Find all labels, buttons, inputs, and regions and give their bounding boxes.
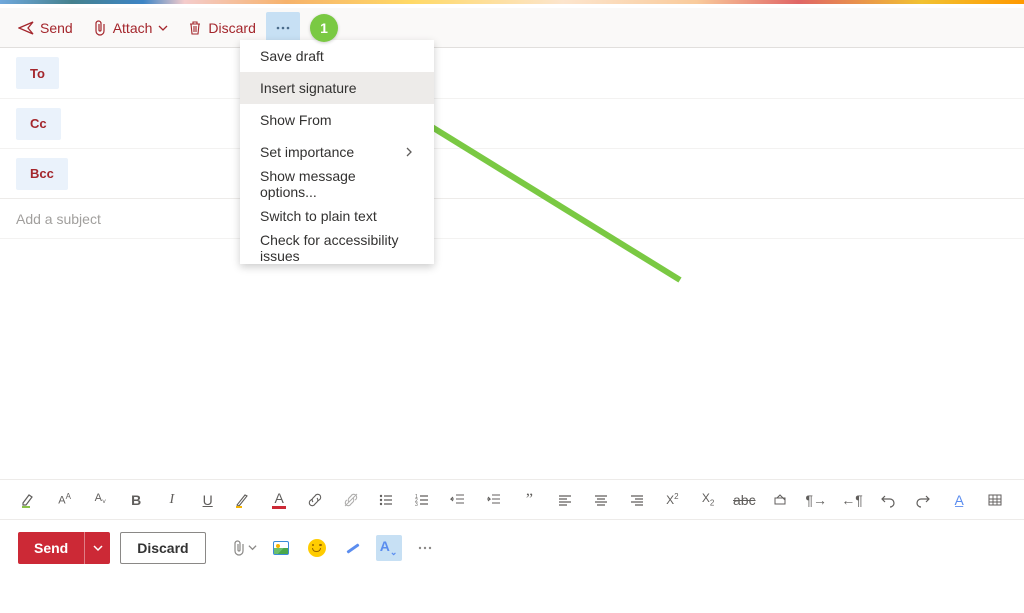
send-label: Send: [40, 20, 73, 36]
footer-send-split[interactable]: [84, 532, 110, 564]
recipient-area: To Cc Bcc: [0, 48, 1024, 199]
font-plus-button[interactable]: AA: [54, 488, 76, 512]
compose-footer: Send Discard A⌄: [0, 519, 1024, 575]
paperclip-icon: [93, 20, 107, 36]
top-accent-strip: [0, 0, 1024, 4]
cc-row[interactable]: Cc: [0, 98, 1024, 148]
menu-item-show-from[interactable]: Show From: [240, 104, 434, 136]
picture-icon: [273, 541, 289, 555]
clear-format-button[interactable]: [770, 488, 792, 512]
superscript-button[interactable]: X2: [662, 488, 684, 512]
discard-button[interactable]: Discard: [178, 12, 265, 44]
to-button[interactable]: To: [16, 57, 59, 89]
menu-item-show-message-options-[interactable]: Show message options...: [240, 168, 434, 200]
redo-button[interactable]: [913, 488, 935, 512]
underline-button[interactable]: U: [197, 488, 219, 512]
pencil-button[interactable]: [233, 488, 255, 512]
ltr-button[interactable]: ¶→: [805, 488, 827, 512]
footer-attach-button[interactable]: [232, 535, 258, 561]
menu-item-switch-to-plain-text[interactable]: Switch to plain text: [240, 200, 434, 232]
menu-item-label: Check for accessibility issues: [260, 232, 414, 264]
pen-highlight-button[interactable]: [18, 488, 40, 512]
footer-more-button[interactable]: [412, 535, 438, 561]
more-actions-button[interactable]: [266, 12, 300, 44]
menu-item-label: Show From: [260, 112, 332, 128]
subject-row: [0, 199, 1024, 239]
footer-discard-label: Discard: [137, 540, 188, 556]
bcc-row[interactable]: Bcc: [0, 148, 1024, 198]
outdent-button[interactable]: [447, 488, 469, 512]
attach-label: Attach: [113, 20, 153, 36]
footer-image-button[interactable]: [268, 535, 294, 561]
menu-item-label: Set importance: [260, 144, 354, 160]
align-center-button[interactable]: [590, 488, 612, 512]
message-body[interactable]: [0, 239, 1024, 479]
menu-item-label: Insert signature: [260, 80, 357, 96]
chevron-down-icon: [158, 23, 168, 33]
bullets-button[interactable]: [376, 488, 398, 512]
footer-discard-button[interactable]: Discard: [120, 532, 205, 564]
subscript-button[interactable]: X2: [697, 488, 719, 512]
compose-toolbar: Send Attach Discard: [0, 8, 1024, 48]
emoji-icon: [308, 539, 326, 557]
align-left-button[interactable]: [554, 488, 576, 512]
trash-icon: [188, 20, 202, 36]
link-button[interactable]: [304, 488, 326, 512]
numbered-button[interactable]: 123: [411, 488, 433, 512]
rtl-button[interactable]: ←¶: [841, 488, 863, 512]
chevron-down-icon: [248, 543, 257, 552]
menu-item-set-importance[interactable]: Set importance: [240, 136, 434, 168]
bold-button[interactable]: B: [125, 488, 147, 512]
to-row[interactable]: To: [0, 48, 1024, 98]
align-right-button[interactable]: [626, 488, 648, 512]
footer-emoji-button[interactable]: [304, 535, 330, 561]
menu-item-check-for-accessibility-issues[interactable]: Check for accessibility issues: [240, 232, 434, 264]
text-effects-button[interactable]: A̲: [948, 488, 970, 512]
quote-button[interactable]: ”: [519, 488, 541, 512]
bcc-button[interactable]: Bcc: [16, 158, 68, 190]
table-button[interactable]: [984, 488, 1006, 512]
menu-item-label: Show message options...: [260, 168, 414, 200]
chevron-down-icon: [93, 543, 103, 553]
chevron-right-icon: [404, 144, 414, 160]
svg-text:3: 3: [415, 502, 418, 508]
indent-button[interactable]: [483, 488, 505, 512]
menu-item-label: Save draft: [260, 48, 324, 64]
menu-item-save-draft[interactable]: Save draft: [240, 40, 434, 72]
cc-button[interactable]: Cc: [16, 108, 61, 140]
footer-send-label: Send: [18, 532, 84, 564]
font-color-button[interactable]: A: [268, 488, 290, 512]
format-toolbar: AA A˅ BIU A 123 ” X2 X2 abc ¶→ ←¶ A̲: [0, 479, 1024, 519]
unlink-button[interactable]: [340, 488, 362, 512]
send-button[interactable]: Send: [8, 12, 83, 44]
subject-input[interactable]: [16, 211, 1008, 227]
font-minus-button[interactable]: A˅: [90, 488, 112, 512]
footer-format-toggle[interactable]: A⌄: [376, 535, 402, 561]
ellipsis-icon: [275, 20, 291, 36]
menu-item-label: Switch to plain text: [260, 208, 377, 224]
signature-icon: [345, 540, 361, 556]
menu-item-insert-signature[interactable]: Insert signature: [240, 72, 434, 104]
paperclip-icon: [232, 540, 246, 556]
undo-button[interactable]: [877, 488, 899, 512]
annotation-step-badge: 1: [310, 14, 338, 42]
more-actions-menu: Save draft Insert signature Show From Set i…: [240, 40, 434, 264]
italic-button[interactable]: I: [161, 488, 183, 512]
ellipsis-icon: [417, 540, 433, 556]
format-icon: A⌄: [380, 538, 398, 558]
attach-button[interactable]: Attach: [83, 12, 179, 44]
discard-label: Discard: [208, 20, 255, 36]
send-icon: [18, 20, 34, 36]
annotation-step-number: 1: [320, 20, 328, 36]
footer-send-button[interactable]: Send: [18, 532, 110, 564]
footer-signature-button[interactable]: [340, 535, 366, 561]
strikethrough-button[interactable]: abc: [733, 488, 756, 512]
